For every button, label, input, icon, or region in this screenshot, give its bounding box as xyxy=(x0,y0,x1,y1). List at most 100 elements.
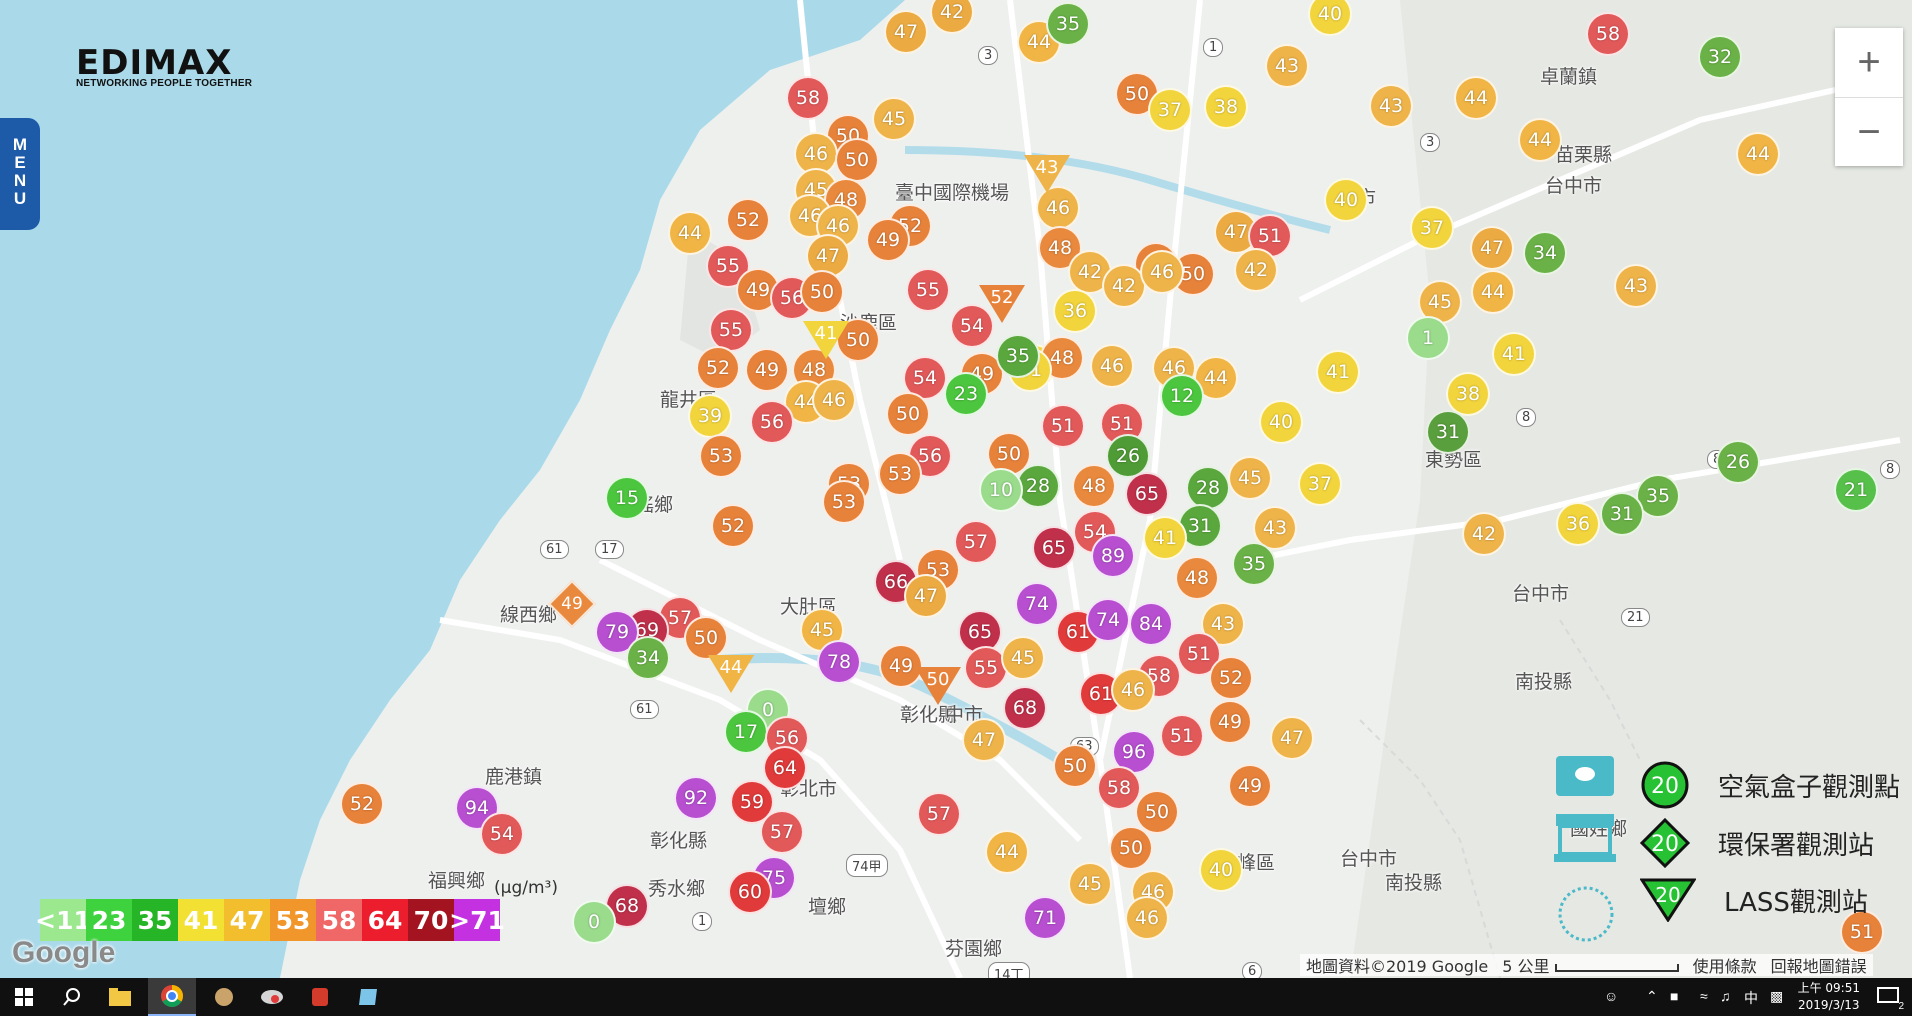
airbox-marker[interactable]: 42 xyxy=(1234,248,1278,292)
start-button[interactable] xyxy=(0,978,48,1016)
airbox-marker[interactable]: 35 xyxy=(1046,2,1090,46)
airbox-marker[interactable]: 89 xyxy=(1091,534,1135,578)
airbox-marker[interactable]: 1 xyxy=(1406,316,1450,360)
airbox-marker[interactable]: 45 xyxy=(1001,636,1045,680)
airbox-marker[interactable]: 45 xyxy=(872,97,916,141)
airbox-marker[interactable]: 37 xyxy=(1298,462,1342,506)
airbox-marker[interactable]: 60 xyxy=(728,870,772,914)
airbox-marker[interactable]: 68 xyxy=(1003,686,1047,730)
airbox-marker[interactable]: 50 xyxy=(1053,744,1097,788)
airbox-marker[interactable]: 58 xyxy=(1097,766,1141,810)
airbox-marker[interactable]: 37 xyxy=(1148,88,1192,132)
airbox-marker[interactable]: 40 xyxy=(1199,848,1243,892)
airbox-marker[interactable]: 31 xyxy=(1426,410,1470,454)
airbox-marker[interactable]: 46 xyxy=(1125,896,1169,940)
airbox-marker[interactable]: 32 xyxy=(1698,35,1742,79)
airbox-marker[interactable]: 52 xyxy=(1209,656,1253,700)
taskbar-clock[interactable]: 上午 09:51 2019/3/13 xyxy=(1798,980,1860,1014)
airbox-marker[interactable]: 38 xyxy=(1204,85,1248,129)
chrome-button[interactable] xyxy=(148,978,196,1016)
airbox-marker[interactable]: 50 xyxy=(684,616,728,660)
airbox-marker[interactable]: 17 xyxy=(724,710,768,754)
airbox-marker[interactable]: 52 xyxy=(340,782,384,826)
airbox-marker[interactable]: 38 xyxy=(1446,372,1490,416)
airbox-marker[interactable]: 39 xyxy=(688,394,732,438)
airbox-marker[interactable]: 49 xyxy=(1228,764,1272,808)
airbox-marker[interactable]: 26 xyxy=(1716,440,1760,484)
file-explorer-button[interactable] xyxy=(96,978,144,1016)
app-button-4[interactable] xyxy=(344,978,392,1016)
airbox-marker[interactable]: 53 xyxy=(699,434,743,478)
airbox-marker[interactable]: 46 xyxy=(1036,186,1080,230)
map-canvas[interactable]: 臺中國際機場沙鹿區龍井區大肚區線西鄉鹿港鎮福興鄉秀水鄉芬園鄉霧峰區國姓鄉南投縣台… xyxy=(0,0,1912,978)
airbox-marker[interactable]: 12 xyxy=(1160,374,1204,418)
taskbar-search-button[interactable] xyxy=(48,978,96,1016)
app-button-1[interactable] xyxy=(200,978,248,1016)
airbox-marker[interactable]: 65 xyxy=(1032,526,1076,570)
airbox-marker[interactable]: 54 xyxy=(480,812,524,856)
notification-button[interactable]: 2 xyxy=(1864,978,1912,1016)
airbox-marker[interactable]: 41 xyxy=(1492,332,1536,376)
airbox-marker[interactable]: 15 xyxy=(605,476,649,520)
airbox-marker[interactable]: 92 xyxy=(674,776,718,820)
airbox-marker[interactable]: 43 xyxy=(1369,84,1413,128)
wifi-icon[interactable]: ≈ xyxy=(1700,988,1708,1004)
airbox-marker[interactable]: 43 xyxy=(1265,44,1309,88)
airbox-marker[interactable]: 57 xyxy=(760,810,804,854)
airbox-marker[interactable]: 58 xyxy=(1586,12,1630,56)
airbox-marker[interactable]: 31 xyxy=(1600,492,1644,536)
airbox-marker[interactable]: 44 xyxy=(668,211,712,255)
airbox-marker[interactable]: 50 xyxy=(835,138,879,182)
airbox-marker[interactable]: 78 xyxy=(817,640,861,684)
airbox-marker[interactable]: 34 xyxy=(1523,231,1567,275)
chevron-up-icon[interactable]: ⌃ xyxy=(1646,988,1658,1005)
airbox-marker[interactable]: 74 xyxy=(1086,598,1130,642)
airbox-marker[interactable]: 74 xyxy=(1015,582,1059,626)
app-button-2[interactable] xyxy=(248,978,296,1016)
airbox-marker[interactable]: 57 xyxy=(917,792,961,836)
ime-indicator[interactable]: 中 xyxy=(1744,988,1758,1008)
airbox-marker[interactable]: 41 xyxy=(1316,350,1360,394)
airbox-marker[interactable]: 42 xyxy=(1462,512,1506,556)
airbox-marker[interactable]: 47 xyxy=(884,10,928,54)
volume-icon[interactable]: ♫ xyxy=(1720,988,1731,1004)
airbox-marker[interactable]: 47 xyxy=(962,718,1006,762)
airbox-marker[interactable]: 45 xyxy=(1228,456,1272,500)
airbox-marker[interactable]: 56 xyxy=(750,400,794,444)
airbox-marker[interactable]: 52 xyxy=(711,504,755,548)
airbox-marker[interactable]: 49 xyxy=(866,218,910,262)
airbox-marker[interactable]: 40 xyxy=(1259,400,1303,444)
airbox-marker[interactable]: 44 xyxy=(1471,270,1515,314)
airbox-marker[interactable]: 10 xyxy=(979,468,1023,512)
menu-button[interactable]: MENU xyxy=(0,118,40,230)
network-icon[interactable]: ■ xyxy=(1670,988,1678,1004)
airbox-marker[interactable]: 45 xyxy=(1068,862,1112,906)
airbox-marker[interactable]: 57 xyxy=(954,520,998,564)
terms-link[interactable]: 使用條款 xyxy=(1693,953,1757,977)
airbox-marker[interactable]: 48 xyxy=(1175,556,1219,600)
airbox-marker[interactable]: 58 xyxy=(786,76,830,120)
airbox-marker[interactable]: 48 xyxy=(1072,464,1116,508)
airbox-marker[interactable]: 46 xyxy=(812,378,856,422)
report-error-link[interactable]: 回報地圖錯誤 xyxy=(1771,953,1867,977)
airbox-marker[interactable]: 23 xyxy=(944,372,988,416)
airbox-marker[interactable]: 50 xyxy=(800,270,844,314)
airbox-marker[interactable]: 28 xyxy=(1186,466,1230,510)
airbox-marker[interactable]: 46 xyxy=(1090,344,1134,388)
airbox-marker[interactable]: 36 xyxy=(1053,289,1097,333)
airbox-marker[interactable]: 50 xyxy=(1109,826,1153,870)
app-button-3[interactable] xyxy=(296,978,344,1016)
airbox-marker[interactable]: 51 xyxy=(1160,714,1204,758)
airbox-marker[interactable]: 47 xyxy=(1470,226,1514,270)
airbox-marker[interactable]: 43 xyxy=(1614,264,1658,308)
airbox-marker[interactable]: 41 xyxy=(1143,516,1187,560)
airbox-marker[interactable]: 35 xyxy=(996,334,1040,378)
airbox-marker[interactable]: 52 xyxy=(726,198,770,242)
airbox-marker[interactable]: 55 xyxy=(906,268,950,312)
airbox-marker[interactable]: 40 xyxy=(1324,178,1368,222)
keyboard-icon[interactable]: ▩ xyxy=(1770,988,1783,1005)
airbox-marker[interactable]: 34 xyxy=(626,636,670,680)
airbox-marker[interactable]: 53 xyxy=(822,480,866,524)
airbox-marker[interactable]: 49 xyxy=(879,644,923,688)
airbox-marker[interactable]: 46 xyxy=(1140,250,1184,294)
